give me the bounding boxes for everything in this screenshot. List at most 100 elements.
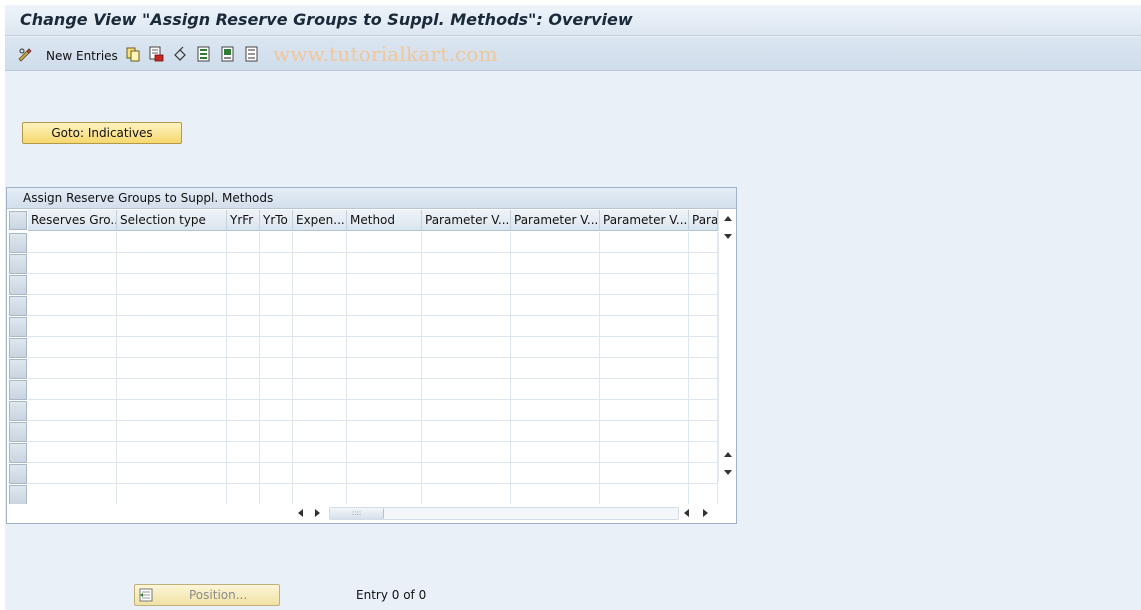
table-cell[interactable] — [689, 442, 718, 463]
scroll-up-icon[interactable] — [724, 216, 732, 221]
table-cell[interactable] — [293, 274, 347, 295]
row-selector[interactable] — [9, 275, 27, 295]
col-header-yrfr[interactable]: YrFr — [227, 210, 260, 231]
table-cell[interactable] — [422, 484, 511, 504]
table-cell[interactable] — [293, 295, 347, 316]
table-cell[interactable] — [117, 274, 227, 295]
table-cell[interactable] — [227, 463, 260, 484]
table-cell[interactable] — [260, 337, 293, 358]
table-cell[interactable] — [511, 232, 600, 253]
vertical-scrollbar[interactable] — [718, 210, 736, 482]
select-block-icon[interactable] — [220, 46, 236, 62]
scroll-far-left-icon[interactable] — [684, 509, 689, 517]
table-cell[interactable] — [422, 400, 511, 421]
table-cell[interactable] — [689, 295, 718, 316]
table-cell[interactable] — [347, 484, 422, 504]
table-cell[interactable] — [511, 400, 600, 421]
col-header-yrto[interactable]: YrTo — [260, 210, 293, 231]
table-cell[interactable] — [422, 421, 511, 442]
row-selector[interactable] — [9, 317, 27, 337]
table-cell[interactable] — [260, 316, 293, 337]
table-cell[interactable] — [117, 337, 227, 358]
row-selector[interactable] — [9, 359, 27, 379]
table-cell[interactable] — [293, 316, 347, 337]
table-cell[interactable] — [600, 274, 689, 295]
table-cell[interactable] — [117, 463, 227, 484]
table-cell[interactable] — [511, 274, 600, 295]
table-cell[interactable] — [347, 253, 422, 274]
table-cell[interactable] — [600, 295, 689, 316]
table-cell[interactable] — [422, 442, 511, 463]
row-selector[interactable] — [9, 296, 27, 316]
table-cell[interactable] — [347, 232, 422, 253]
horizontal-scrollbar[interactable]: :::: — [7, 504, 736, 523]
table-cell[interactable] — [28, 337, 117, 358]
table-cell[interactable] — [422, 337, 511, 358]
table-cell[interactable] — [227, 274, 260, 295]
table-cell[interactable] — [227, 253, 260, 274]
table-cell[interactable] — [260, 379, 293, 400]
table-cell[interactable] — [600, 484, 689, 504]
table-cell[interactable] — [117, 316, 227, 337]
table-cell[interactable] — [293, 421, 347, 442]
table-cell[interactable] — [600, 253, 689, 274]
table-cell[interactable] — [422, 316, 511, 337]
scroll-down-icon[interactable] — [724, 234, 732, 239]
row-selector[interactable] — [9, 380, 27, 400]
col-header-selection-type[interactable]: Selection type — [117, 210, 227, 231]
table-cell[interactable] — [260, 253, 293, 274]
table-cell[interactable] — [347, 337, 422, 358]
table-cell[interactable] — [117, 484, 227, 504]
table-cell[interactable] — [511, 337, 600, 358]
table-cell[interactable] — [293, 463, 347, 484]
table-cell[interactable] — [117, 421, 227, 442]
col-header-expense[interactable]: Expen... — [293, 210, 347, 231]
table-cell[interactable] — [511, 316, 600, 337]
table-cell[interactable] — [260, 232, 293, 253]
table-cell[interactable] — [293, 379, 347, 400]
table-cell[interactable] — [511, 379, 600, 400]
row-selector[interactable] — [9, 443, 27, 463]
table-cell[interactable] — [511, 253, 600, 274]
table-cell[interactable] — [260, 442, 293, 463]
table-cell[interactable] — [600, 316, 689, 337]
table-cell[interactable] — [511, 442, 600, 463]
table-cell[interactable] — [293, 442, 347, 463]
table-cell[interactable] — [689, 274, 718, 295]
table-cell[interactable] — [689, 421, 718, 442]
table-cell[interactable] — [422, 295, 511, 316]
table-cell[interactable] — [600, 400, 689, 421]
table-cell[interactable] — [227, 442, 260, 463]
col-header-parameter-value-2[interactable]: Parameter V... — [511, 210, 600, 231]
table-cell[interactable] — [600, 442, 689, 463]
table-cell[interactable] — [117, 400, 227, 421]
table-cell[interactable] — [227, 295, 260, 316]
table-cell[interactable] — [227, 358, 260, 379]
table-cell[interactable] — [117, 358, 227, 379]
table-cell[interactable] — [117, 379, 227, 400]
table-cell[interactable] — [260, 463, 293, 484]
scroll-far-right-icon[interactable] — [703, 509, 708, 517]
table-cell[interactable] — [28, 442, 117, 463]
table-cell[interactable] — [28, 484, 117, 504]
table-cell[interactable] — [260, 358, 293, 379]
table-cell[interactable] — [422, 232, 511, 253]
table-cell[interactable] — [293, 400, 347, 421]
table-cell[interactable] — [347, 358, 422, 379]
row-selector[interactable] — [9, 422, 27, 442]
table-cell[interactable] — [117, 295, 227, 316]
table-cell[interactable] — [28, 274, 117, 295]
table-cell[interactable] — [347, 295, 422, 316]
select-all-icon[interactable] — [196, 46, 212, 62]
table-cell[interactable] — [347, 463, 422, 484]
table-cell[interactable] — [347, 442, 422, 463]
row-selector[interactable] — [9, 401, 27, 421]
table-cell[interactable] — [293, 253, 347, 274]
table-cell[interactable] — [28, 463, 117, 484]
row-selector[interactable] — [9, 233, 27, 253]
select-all-rows-button[interactable] — [9, 211, 27, 230]
col-header-method[interactable]: Method — [347, 210, 422, 231]
scroll-left-icon[interactable] — [298, 509, 303, 517]
row-selector[interactable] — [9, 254, 27, 274]
goto-indicatives-button[interactable]: Goto: Indicatives — [22, 122, 182, 144]
